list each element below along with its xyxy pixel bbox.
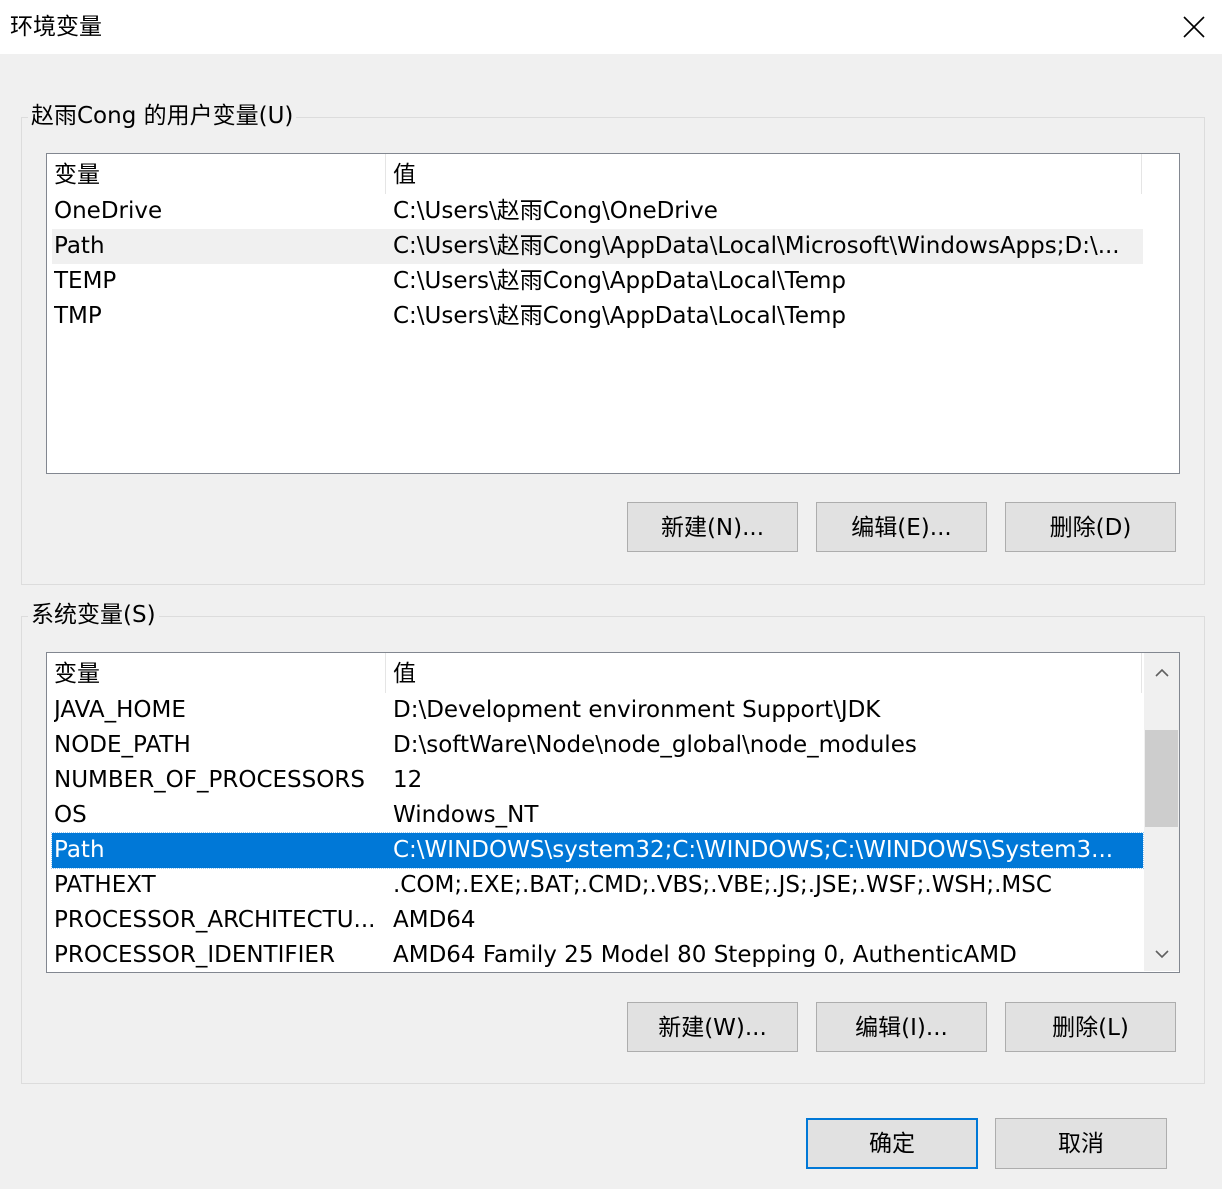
variable-value-cell: 12 (393, 767, 423, 793)
user-variables-list[interactable]: 变量 值 OneDrive C:\Users\赵雨Cong\OneDrive Pat… (46, 153, 1180, 474)
variable-name-cell: Path (54, 837, 105, 863)
close-icon (1183, 16, 1205, 38)
variable-name-cell: JAVA_HOME (54, 697, 186, 723)
variable-name-cell: NODE_PATH (54, 732, 191, 758)
variable-value-cell: C:\Users\赵雨Cong\OneDrive (393, 198, 718, 224)
variable-name-cell: PROCESSOR_ARCHITECTU... (54, 907, 376, 933)
chevron-down-icon (1154, 949, 1169, 958)
column-header-variable[interactable]: 变量 (47, 154, 385, 194)
variable-value-cell: D:\softWare\Node\node_global\node_module… (393, 732, 917, 758)
column-divider[interactable] (1141, 653, 1142, 693)
system-variables-group: 系统变量(S) 变量 值 JAVA_HOME D:\Development env… (21, 600, 1205, 1084)
table-row[interactable]: NODE_PATH D:\softWare\Node\node_global\no… (52, 728, 1143, 763)
variable-name-cell: TMP (54, 303, 102, 329)
table-row[interactable]: PROCESSOR_IDENTIFIER AMD64 Family 25 Mode… (52, 938, 1143, 972)
vertical-scrollbar[interactable] (1144, 653, 1179, 971)
variable-name-cell: TEMP (54, 268, 117, 294)
column-header-value[interactable]: 值 (386, 154, 1141, 194)
user-new-button[interactable]: 新建(N)... (627, 502, 798, 552)
variable-value-cell: C:\Users\赵雨Cong\AppData\Local\Temp (393, 303, 847, 329)
variable-value-cell: AMD64 Family 25 Model 80 Stepping 0, Aut… (393, 942, 1017, 968)
system-delete-button[interactable]: 删除(L) (1005, 1002, 1176, 1052)
system-edit-button[interactable]: 编辑(I)... (816, 1002, 987, 1052)
table-row[interactable]: NUMBER_OF_PROCESSORS 12 (52, 763, 1143, 798)
close-button[interactable] (1166, 0, 1222, 54)
variable-value-cell: C:\WINDOWS\system32;C:\WINDOWS;C:\WINDOW… (393, 837, 1114, 863)
table-row[interactable]: PATHEXT .COM;.EXE;.BAT;.CMD;.VBS;.VBE;.JS… (52, 868, 1143, 903)
window-title: 环境变量 (10, 14, 102, 40)
scroll-thumb[interactable] (1145, 730, 1178, 827)
title-bar: 环境变量 (0, 0, 1222, 54)
scroll-down-button[interactable] (1144, 936, 1179, 971)
user-variables-label: 赵雨Cong 的用户变量(U) (28, 101, 297, 131)
variable-value-cell: D:\Development environment Support\JDK (393, 697, 881, 723)
variable-value-cell: C:\Users\赵雨Cong\AppData\Local\Microsoft\… (393, 233, 1120, 259)
table-row[interactable]: PROCESSOR_ARCHITECTU... AMD64 (52, 903, 1143, 938)
variable-name-cell: Path (54, 233, 105, 259)
variable-value-cell: C:\Users\赵雨Cong\AppData\Local\Temp (393, 268, 847, 294)
system-variables-list[interactable]: 变量 值 JAVA_HOME D:\Development environment… (46, 652, 1180, 973)
table-row[interactable]: OS Windows_NT (52, 798, 1143, 833)
table-row[interactable]: TEMP C:\Users\赵雨Cong\AppData\Local\Temp (52, 264, 1143, 299)
variable-name-cell: PROCESSOR_IDENTIFIER (54, 942, 335, 968)
user-variables-group: 赵雨Cong 的用户变量(U) 变量 值 OneDrive C:\Users\赵雨… (21, 101, 1205, 585)
list-header: 变量 值 (47, 154, 1143, 194)
user-edit-button[interactable]: 编辑(E)... (816, 502, 987, 552)
variable-value-cell: Windows_NT (393, 802, 539, 828)
system-variables-label: 系统变量(S) (28, 600, 159, 630)
table-row[interactable]: JAVA_HOME D:\Development environment Supp… (52, 693, 1143, 728)
ok-button[interactable]: 确定 (806, 1118, 978, 1169)
column-header-value[interactable]: 值 (386, 653, 1141, 693)
variable-name-cell: PATHEXT (54, 872, 156, 898)
system-new-button[interactable]: 新建(W)... (627, 1002, 798, 1052)
list-header: 变量 值 (47, 653, 1143, 693)
variable-name-cell: NUMBER_OF_PROCESSORS (54, 767, 365, 793)
table-row[interactable]: Path C:\WINDOWS\system32;C:\WINDOWS;C:\WI… (51, 832, 1144, 869)
table-row[interactable]: TMP C:\Users\赵雨Cong\AppData\Local\Temp (52, 299, 1143, 334)
variable-value-cell: .COM;.EXE;.BAT;.CMD;.VBS;.VBE;.JS;.JSE;.… (393, 872, 1052, 898)
column-header-variable[interactable]: 变量 (47, 653, 385, 693)
scroll-up-button[interactable] (1144, 655, 1179, 690)
variable-value-cell: AMD64 (393, 907, 476, 933)
table-row[interactable]: OneDrive C:\Users\赵雨Cong\OneDrive (52, 194, 1143, 229)
user-delete-button[interactable]: 删除(D) (1005, 502, 1176, 552)
chevron-up-icon (1154, 668, 1169, 677)
table-row[interactable]: Path C:\Users\赵雨Cong\AppData\Local\Micros… (52, 229, 1143, 264)
variable-name-cell: OneDrive (54, 198, 163, 224)
variable-name-cell: OS (54, 802, 87, 828)
cancel-button[interactable]: 取消 (995, 1118, 1167, 1169)
column-divider[interactable] (1141, 154, 1142, 194)
